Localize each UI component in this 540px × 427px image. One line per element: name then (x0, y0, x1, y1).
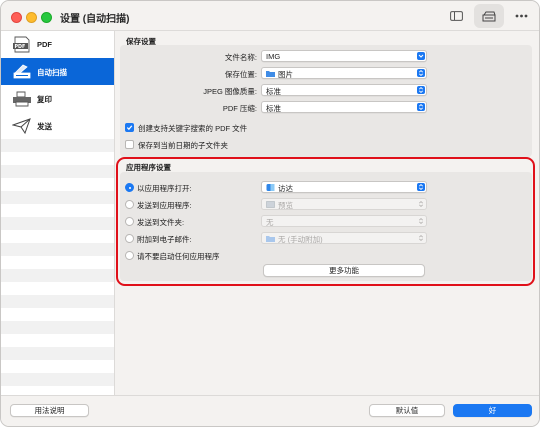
sidebar-row-stripe (1, 373, 114, 386)
attach-email-value: 无 (手动附加) (278, 235, 323, 244)
open-with-app-label: 以应用程序打开: (137, 184, 192, 193)
ellipsis-icon (515, 14, 527, 18)
sidebar-item-copy[interactable]: 复印 (1, 85, 114, 112)
send-to-folder-value: 无 (266, 218, 274, 227)
attach-email-radio[interactable] (125, 234, 134, 243)
chevron-updown-icon (417, 200, 425, 208)
send-to-app-label: 发送到应用程序: (137, 201, 192, 210)
window-title: 设置 (自动扫描) (60, 14, 130, 25)
pdf-icon: PDF (12, 35, 32, 54)
send-to-folder-radio[interactable] (125, 217, 134, 226)
send-to-folder-popup[interactable]: 无 (261, 215, 427, 227)
scanner-icon (482, 11, 496, 21)
sidebar-row-stripe (1, 295, 114, 308)
chevron-updown-icon (417, 217, 425, 225)
title-bar: 设置 (自动扫描) (1, 1, 539, 31)
date-subfolder-label: 保存到当前日期的子文件夹 (138, 141, 228, 150)
attach-email-label: 附加到电子邮件: (137, 235, 192, 244)
searchable-pdf-label: 创建支持关键字搜索的 PDF 文件 (138, 124, 248, 133)
open-with-app-value: 访达 (278, 184, 293, 193)
date-subfolder-checkbox[interactable] (125, 140, 134, 149)
chevron-updown-icon (417, 103, 425, 111)
defaults-button[interactable]: 默认值 (369, 404, 445, 417)
file-name-value: IMG (266, 52, 281, 61)
sidebar-item-label: 发送 (37, 122, 52, 131)
sidebar: PDF PDF 自动扫描 复印 发送 (1, 31, 115, 395)
ok-button[interactable]: 好 (453, 404, 532, 417)
searchable-pdf-checkbox[interactable] (125, 123, 134, 132)
folder-icon (266, 236, 275, 242)
file-name-label: 文件名称: (224, 53, 257, 62)
close-window-button[interactable] (11, 12, 22, 23)
chevron-updown-icon (417, 183, 425, 191)
settings-window: 设置 (自动扫描) PDF PDF 自动扫描 复印 发送 保存设置 文件名称: … (0, 0, 540, 427)
sidebar-toggle-icon (449, 11, 463, 21)
no-app-radio[interactable] (125, 251, 134, 260)
send-to-folder-label: 发送到文件夹: (137, 218, 185, 227)
sidebar-row-stripe (1, 191, 114, 204)
file-name-combobox[interactable]: IMG (261, 50, 427, 62)
sidebar-row-stripe (1, 165, 114, 178)
more-button[interactable] (506, 4, 536, 28)
sidebar-item-label: PDF (37, 40, 52, 49)
sidebar-item-auto-scan[interactable]: 自动扫描 (1, 58, 114, 85)
pdf-compression-value: 标准 (266, 104, 281, 113)
attach-email-popup[interactable]: 无 (手动附加) (261, 232, 427, 244)
sidebar-row-stripe (1, 243, 114, 256)
pdf-compression-label: PDF 压缩: (222, 104, 257, 113)
send-to-app-popup[interactable]: 预览 (261, 198, 427, 210)
save-location-popup[interactable]: 图片 (261, 67, 427, 79)
minimize-window-button[interactable] (26, 12, 37, 23)
sidebar-row-stripe (1, 347, 114, 360)
folder-icon (266, 71, 275, 77)
sidebar-row-stripe (1, 269, 114, 282)
sidebar-item-send[interactable]: 发送 (1, 112, 114, 139)
sidebar-row-stripe (1, 139, 114, 152)
save-location-label: 保存位置: (224, 70, 257, 79)
pdf-compression-popup[interactable]: 标准 (261, 101, 427, 113)
send-to-app-value: 预览 (278, 201, 293, 210)
bottom-bar: 用法说明 默认值 好 (1, 395, 539, 426)
sidebar-item-label: 复印 (37, 95, 52, 104)
preview-icon (266, 201, 275, 208)
printer-icon (12, 89, 32, 108)
open-with-app-radio[interactable] (125, 183, 134, 192)
help-button[interactable]: 用法说明 (10, 404, 89, 417)
sidebar-item-label: 自动扫描 (37, 68, 67, 77)
scanner-view-button[interactable] (474, 4, 504, 28)
sidebar-row-stripe (1, 217, 114, 230)
jpeg-quality-value: 标准 (266, 87, 281, 96)
chevron-down-icon (417, 52, 425, 60)
zoom-window-button[interactable] (41, 12, 52, 23)
jpeg-quality-label: JPEG 图像质量: (203, 87, 257, 96)
paper-plane-icon (12, 116, 32, 135)
send-to-app-radio[interactable] (125, 200, 134, 209)
save-location-value: 图片 (278, 70, 293, 79)
scanner-icon (12, 62, 32, 81)
chevron-updown-icon (417, 86, 425, 94)
sidebar-item-pdf[interactable]: PDF PDF (1, 31, 114, 58)
no-app-label: 请不要启动任何应用程序 (137, 252, 220, 261)
jpeg-quality-popup[interactable]: 标准 (261, 84, 427, 96)
more-functions-button[interactable]: 更多功能 (263, 264, 425, 277)
finder-icon (266, 184, 275, 191)
chevron-updown-icon (417, 69, 425, 77)
svg-text:PDF: PDF (15, 44, 26, 50)
sidebar-toggle-button[interactable] (441, 4, 471, 28)
checkmark-icon (126, 125, 133, 131)
sidebar-row-stripe (1, 321, 114, 334)
open-with-app-popup[interactable]: 访达 (261, 181, 427, 193)
chevron-updown-icon (417, 234, 425, 242)
